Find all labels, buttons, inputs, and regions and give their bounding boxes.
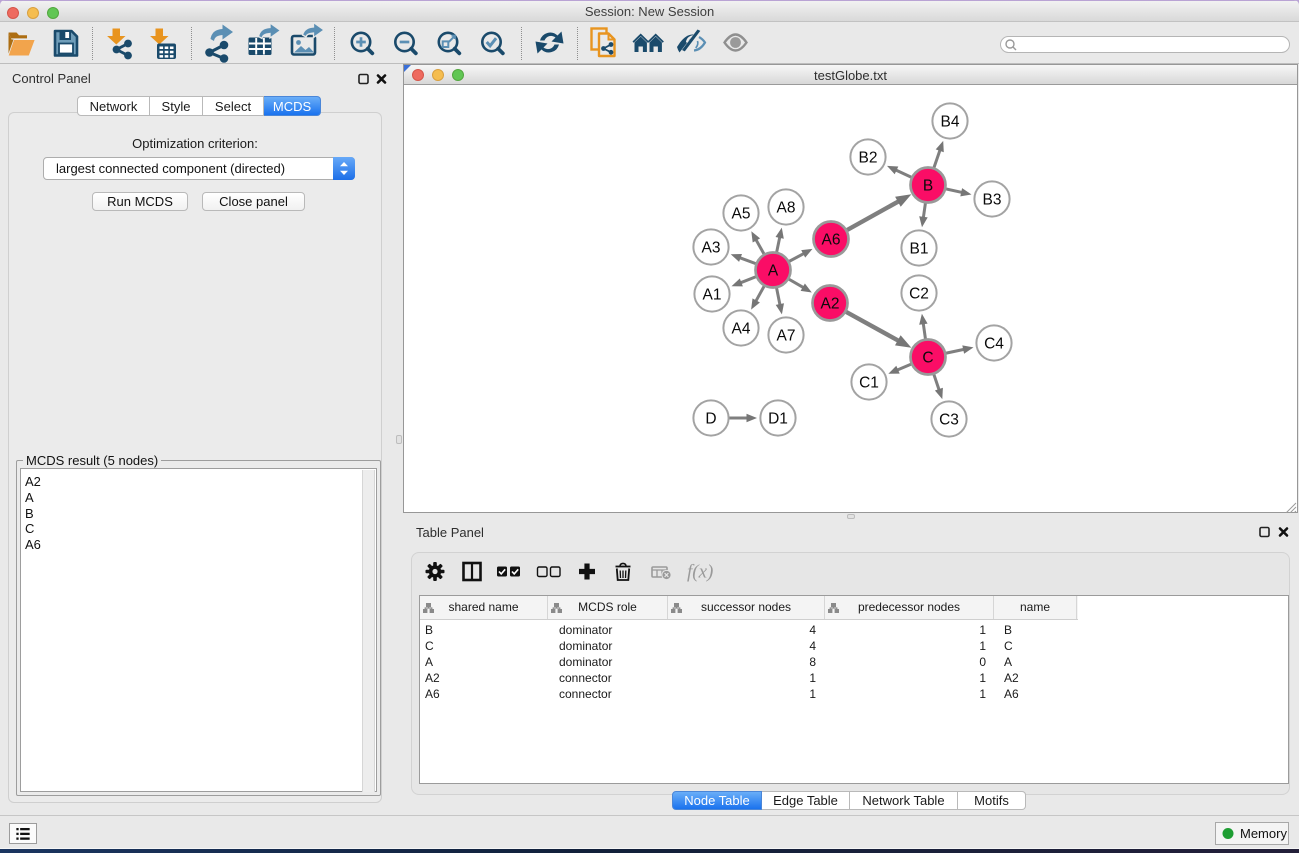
svg-text:C3: C3 bbox=[939, 412, 959, 429]
svg-text:A2: A2 bbox=[821, 296, 840, 313]
svg-text:C4: C4 bbox=[984, 336, 1004, 353]
svg-text:Memory: Memory bbox=[1240, 826, 1287, 841]
svg-text:A7: A7 bbox=[777, 328, 796, 345]
svg-text:A: A bbox=[768, 263, 779, 280]
svg-text:B3: B3 bbox=[983, 192, 1002, 209]
svg-text:B4: B4 bbox=[941, 114, 960, 131]
svg-text:A6: A6 bbox=[822, 232, 841, 249]
svg-text:B1: B1 bbox=[910, 241, 929, 258]
svg-text:f(x): f(x) bbox=[687, 562, 713, 583]
svg-text:A1: A1 bbox=[703, 287, 722, 304]
svg-text:B2: B2 bbox=[859, 150, 878, 167]
svg-text:A3: A3 bbox=[702, 240, 721, 257]
svg-text:C2: C2 bbox=[909, 286, 929, 303]
svg-text:D1: D1 bbox=[768, 411, 788, 428]
svg-text:B: B bbox=[923, 178, 933, 195]
svg-text:A4: A4 bbox=[732, 321, 751, 338]
svg-text:A5: A5 bbox=[732, 206, 751, 223]
svg-text:D: D bbox=[705, 411, 716, 428]
svg-text:A8: A8 bbox=[777, 200, 796, 217]
svg-text:C1: C1 bbox=[859, 375, 879, 392]
svg-text:C: C bbox=[922, 350, 933, 367]
